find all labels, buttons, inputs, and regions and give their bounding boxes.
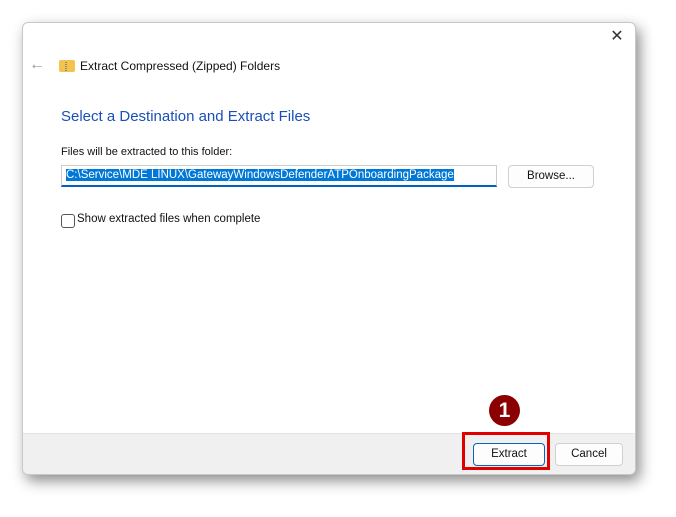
show-files-checkbox[interactable] bbox=[61, 214, 75, 228]
folder-label: Files will be extracted to this folder: bbox=[61, 146, 233, 158]
cancel-button[interactable]: Cancel bbox=[555, 443, 623, 466]
back-arrow-icon[interactable]: ← bbox=[29, 56, 45, 74]
destination-path-input[interactable]: C:\Service\MDE LINUX\GatewayWindowsDefen… bbox=[61, 165, 497, 187]
zip-folder-icon bbox=[59, 60, 75, 72]
path-text: C:\Service\MDE LINUX\GatewayWindowsDefen… bbox=[66, 169, 454, 181]
dialog-title: Extract Compressed (Zipped) Folders bbox=[80, 59, 281, 73]
step-badge: 1 bbox=[489, 395, 520, 426]
close-icon[interactable]: ✕ bbox=[607, 27, 627, 47]
page-heading: Select a Destination and Extract Files bbox=[61, 108, 311, 125]
extract-highlight-box bbox=[462, 432, 550, 470]
show-files-label[interactable]: Show extracted files when complete bbox=[77, 213, 260, 225]
browse-button[interactable]: Browse... bbox=[508, 165, 594, 188]
extract-dialog: ✕ ← Extract Compressed (Zipped) Folders … bbox=[22, 22, 636, 475]
